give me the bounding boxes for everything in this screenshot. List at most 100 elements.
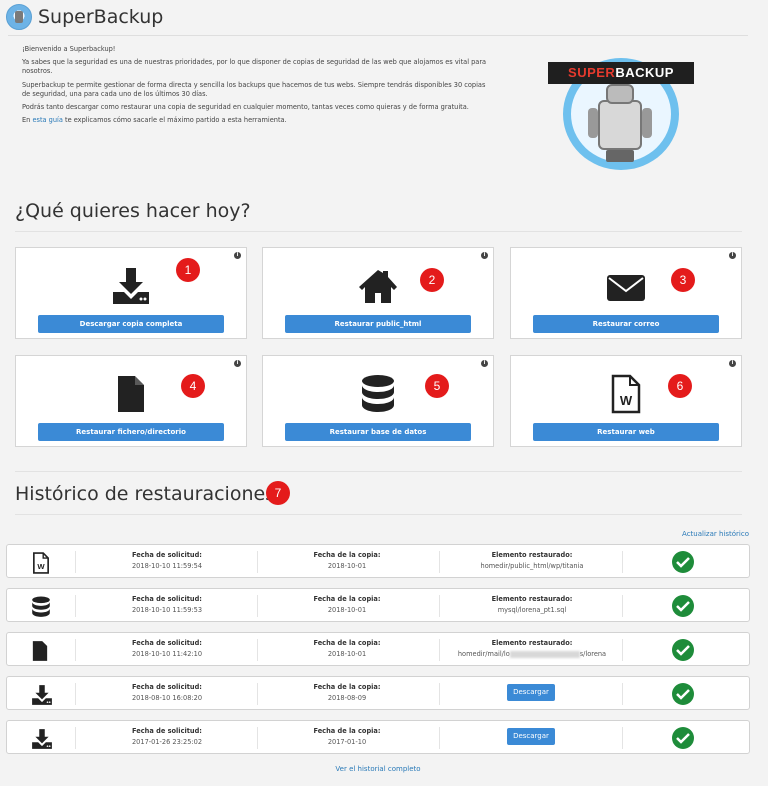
intro-text-fragment: te explicamos cómo sacarle el máximo par… (62, 116, 287, 125)
card-restore-public-html: i 2 Restaurar public_html (262, 247, 494, 339)
restored-element-cell: Elemento restaurado: homedir/mail/lo s/lo… (447, 638, 617, 660)
info-icon[interactable]: i (729, 360, 736, 367)
svg-text:W: W (37, 562, 45, 571)
database-icon (360, 374, 396, 418)
step-number-badge: 2 (420, 268, 444, 292)
cell-label: Elemento restaurado: (491, 551, 573, 559)
column-divider (75, 639, 76, 661)
app-header: SuperBackup (6, 4, 163, 30)
download-button[interactable]: Descargar (507, 684, 555, 701)
history-row: Fecha de solicitud: 2018-10-10 11:42:10 … (6, 632, 750, 666)
restore-database-button[interactable]: Restaurar base de datos (285, 423, 471, 441)
column-divider (75, 683, 76, 705)
path-fragment: homedir/mail/lo (457, 650, 510, 658)
success-check-icon (672, 639, 694, 661)
intro-text-fragment: En (22, 116, 33, 125)
cell-label: Fecha de solicitud: (132, 551, 202, 559)
restore-file-button[interactable]: Restaurar fichero/directorio (38, 423, 224, 441)
column-divider (439, 639, 440, 661)
file-icon (31, 640, 49, 666)
column-divider (257, 639, 258, 661)
column-divider (622, 683, 623, 705)
cell-value: mysql/lorena_pt1.sql (497, 606, 567, 614)
column-divider (439, 727, 440, 749)
copy-date-cell: Fecha de la copia: 2018-08-09 (277, 682, 417, 704)
info-icon[interactable]: i (729, 252, 736, 259)
column-divider (257, 683, 258, 705)
envelope-icon (606, 274, 646, 306)
cell-value: 2018-10-01 (327, 650, 367, 658)
intro-text: ¡Bienvenido a Superbackup! Ya sabes que … (22, 45, 490, 129)
restore-public-html-button[interactable]: Restaurar public_html (285, 315, 471, 333)
cell-value: 2018-08-09 (327, 694, 367, 702)
word-file-icon: W (31, 552, 51, 578)
robot-body (598, 100, 642, 150)
copy-date-cell: Fecha de la copia: 2017-01-10 (277, 726, 417, 748)
cell-value: homedir/mail/lo s/lorena (447, 649, 617, 660)
column-divider (75, 551, 76, 573)
success-check-icon (672, 727, 694, 749)
section-divider (15, 231, 742, 232)
request-date-cell: Fecha de solicitud: 2018-10-10 11:42:10 (97, 638, 237, 660)
refresh-history-link[interactable]: Actualizar histórico (682, 530, 749, 538)
copy-date-cell: Fecha de la copia: 2018-10-01 (277, 594, 417, 616)
superbackup-brand-illustration: SUPERBACKUP (548, 52, 694, 170)
section-divider (15, 514, 742, 515)
info-icon[interactable]: i (481, 360, 488, 367)
column-divider (439, 683, 440, 705)
cell-label: Fecha de solicitud: (132, 683, 202, 691)
cell-label: Fecha de la copia: (313, 595, 381, 603)
column-divider (257, 727, 258, 749)
cell-label: Elemento restaurado: (491, 639, 573, 647)
request-date-cell: Fecha de solicitud: 2017-01-26 23:25:02 (97, 726, 237, 748)
cell-value: 2018-10-01 (327, 562, 367, 570)
download-full-button[interactable]: Descargar copia completa (38, 315, 224, 333)
download-icon (111, 266, 151, 310)
step-number-badge: 5 (425, 374, 449, 398)
path-fragment: s/lorena (579, 650, 607, 658)
cell-label: Elemento restaurado: (491, 595, 573, 603)
word-file-icon: W (611, 374, 641, 418)
guide-link[interactable]: esta guía (32, 116, 62, 124)
column-divider (622, 727, 623, 749)
intro-welcome: ¡Bienvenido a Superbackup! (22, 45, 116, 53)
cell-value: 2018-10-01 (327, 606, 367, 614)
brand-super: SUPER (568, 65, 616, 80)
info-icon[interactable]: i (481, 252, 488, 259)
full-history-link[interactable]: Ver el historial completo (0, 765, 756, 773)
cell-label: Fecha de la copia: (313, 639, 381, 647)
column-divider (622, 639, 623, 661)
request-date-cell: Fecha de solicitud: 2018-10-10 11:59:54 (97, 550, 237, 572)
cell-value: 2018-10-10 11:59:54 (131, 562, 203, 570)
copy-date-cell: Fecha de la copia: 2018-10-01 (277, 550, 417, 572)
brand-backup: BACKUP (615, 65, 674, 80)
restored-element-cell: Elemento restaurado: mysql/lorena_pt1.sq… (447, 594, 617, 616)
cell-label: Fecha de la copia: (313, 727, 381, 735)
robot-legs (606, 150, 634, 162)
history-row: Fecha de solicitud: 2017-01-26 23:25:02 … (6, 720, 750, 754)
file-icon (116, 374, 146, 418)
step-number-badge: 1 (176, 258, 200, 282)
card-download-full: i 1 Descargar copia completa (15, 247, 247, 339)
download-icon (31, 684, 53, 710)
app-logo (6, 4, 32, 30)
restore-web-button[interactable]: Restaurar web (533, 423, 719, 441)
restore-mail-button[interactable]: Restaurar correo (533, 315, 719, 333)
success-check-icon (672, 551, 694, 573)
info-icon[interactable]: i (234, 252, 241, 259)
column-divider (75, 727, 76, 749)
step-number-badge: 7 (266, 481, 290, 505)
cell-label: Fecha de la copia: (313, 683, 381, 691)
robot-arm (642, 108, 652, 138)
request-date-cell: Fecha de solicitud: 2018-10-10 11:59:53 (97, 594, 237, 616)
cell-value: 2018-08-10 16:08:20 (131, 694, 203, 702)
step-number-badge: 6 (668, 374, 692, 398)
download-button[interactable]: Descargar (507, 728, 555, 745)
cell-label: Fecha de la copia: (313, 551, 381, 559)
info-icon[interactable]: i (234, 360, 241, 367)
column-divider (622, 595, 623, 617)
column-divider (439, 551, 440, 573)
cell-value: homedir/public_html/wp/titania (480, 562, 584, 570)
database-icon (31, 596, 51, 622)
request-date-cell: Fecha de solicitud: 2018-08-10 16:08:20 (97, 682, 237, 704)
